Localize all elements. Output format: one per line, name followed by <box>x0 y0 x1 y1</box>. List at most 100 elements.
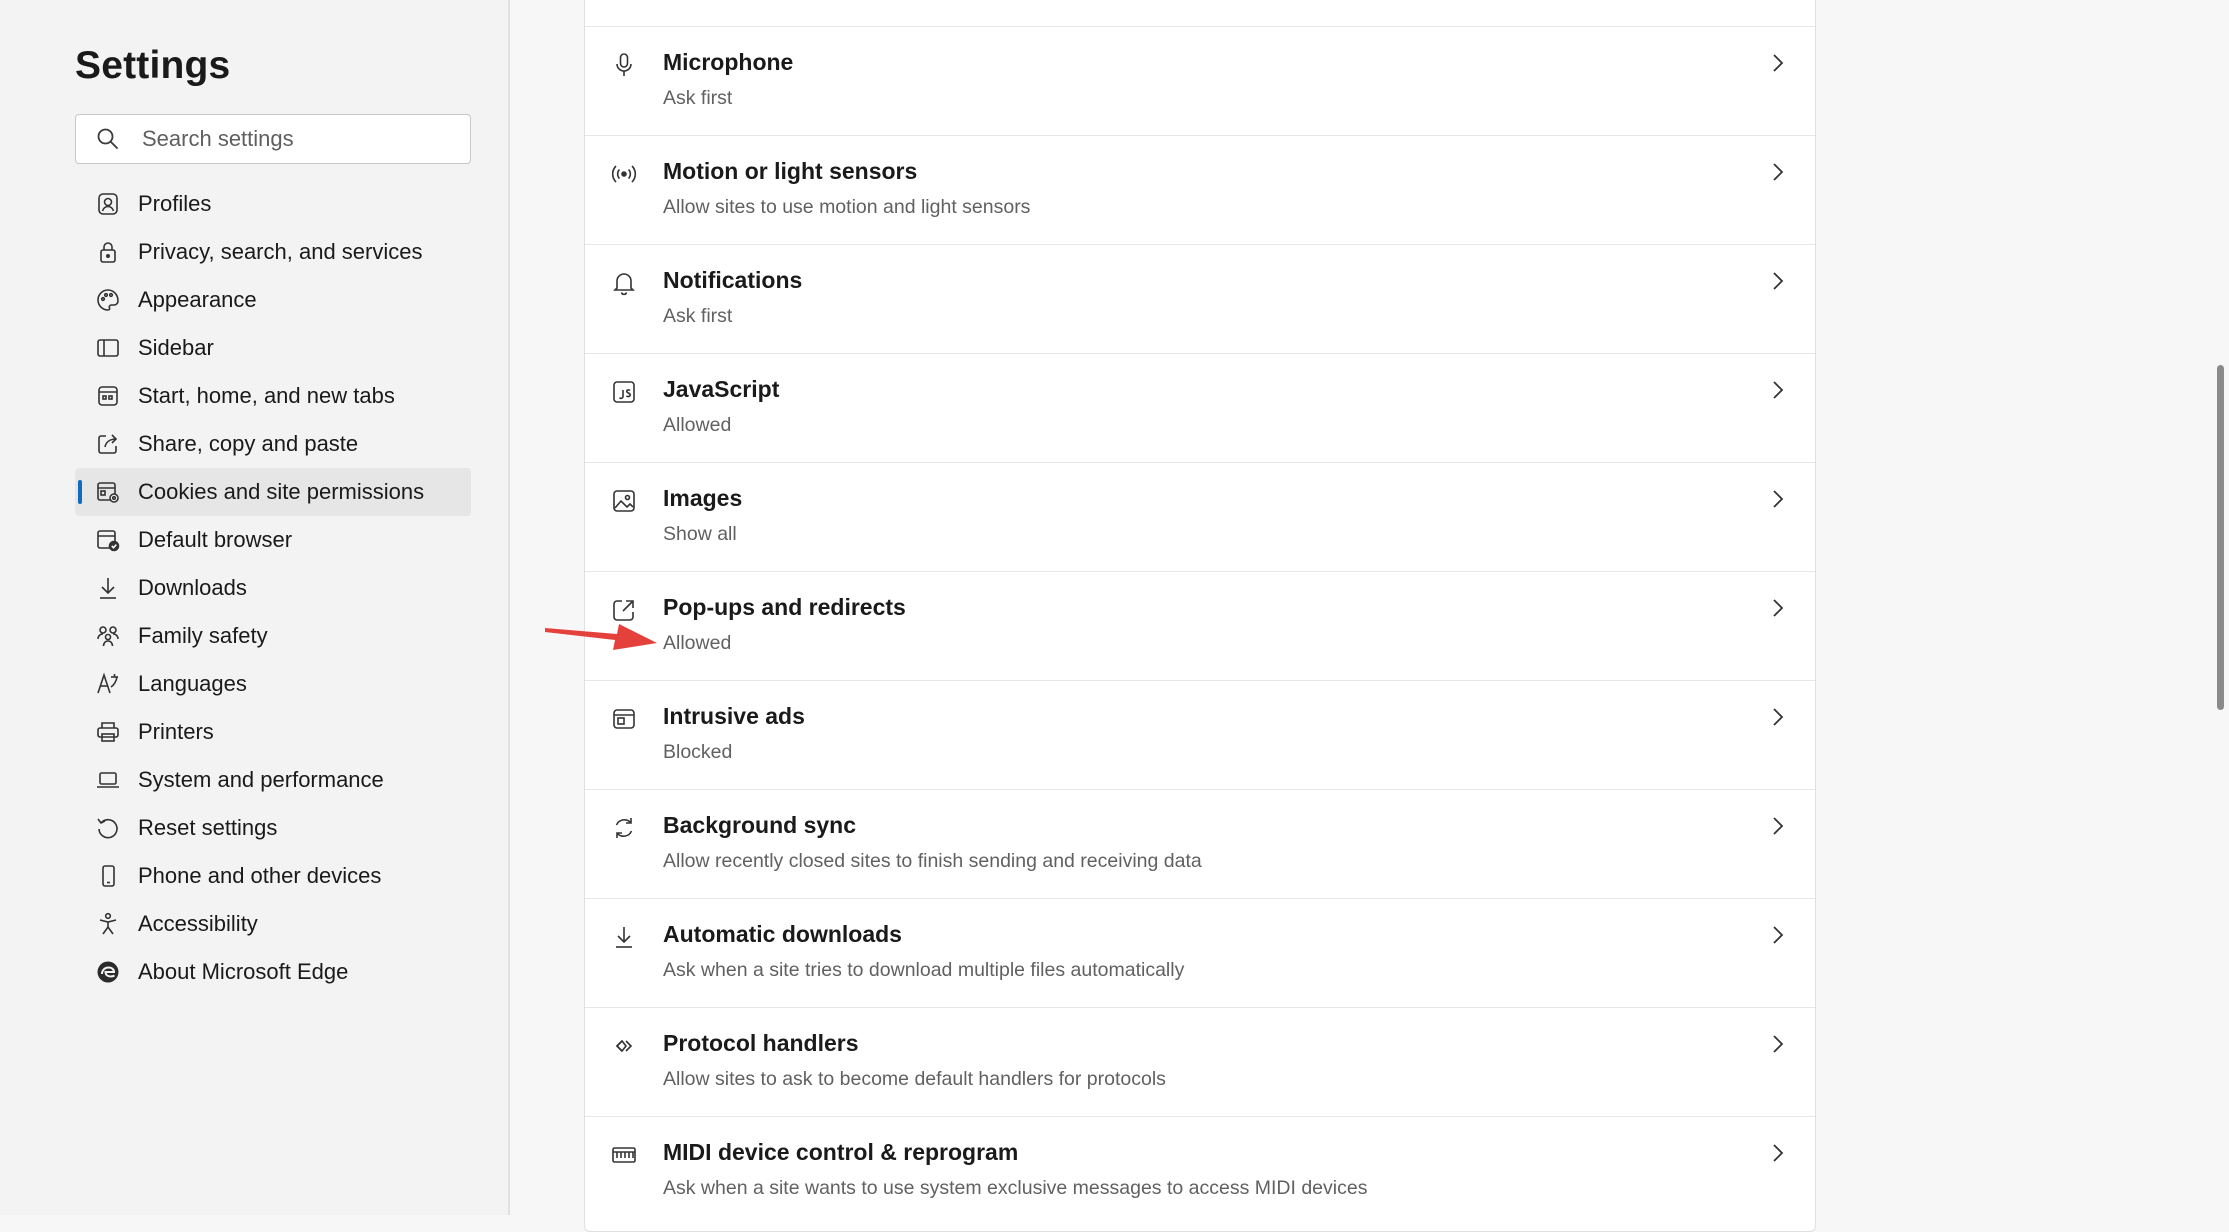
sidebar-item-label: Start, home, and new tabs <box>138 383 395 408</box>
permission-row-protocol-handlers[interactable]: Protocol handlers Allow sites to ask to … <box>585 1007 1815 1117</box>
image-icon <box>610 487 638 515</box>
printer-icon <box>95 719 121 745</box>
site-permissions-card: Microphone Ask first Motion or light sen… <box>584 0 1816 1232</box>
sidebar-item-system-performance[interactable]: System and performance <box>75 756 471 804</box>
permission-status: Show all <box>663 523 737 545</box>
permission-row-midi[interactable]: MIDI device control & reprogram Ask when… <box>585 1116 1815 1226</box>
sidebar-item-share-copy-paste[interactable]: Share, copy and paste <box>75 420 471 468</box>
sidebar-item-about-edge[interactable]: About Microsoft Edge <box>75 948 471 996</box>
sidebar-item-printers[interactable]: Printers <box>75 708 471 756</box>
permission-title: JavaScript <box>663 376 780 402</box>
sidebar-item-family-safety[interactable]: Family safety <box>75 612 471 660</box>
sidebar-item-start-home[interactable]: Start, home, and new tabs <box>75 372 471 420</box>
search-input[interactable] <box>142 126 470 152</box>
sidebar-item-label: About Microsoft Edge <box>138 959 349 984</box>
permission-status: Ask when a site wants to use system excl… <box>663 1177 1368 1199</box>
permission-row-javascript[interactable]: JavaScript Allowed <box>585 353 1815 463</box>
sidebar-item-reset-settings[interactable]: Reset settings <box>75 804 471 852</box>
download-icon <box>95 575 121 601</box>
sidebar-item-label: Privacy, search, and services <box>138 239 423 264</box>
permission-title: Microphone <box>663 49 794 75</box>
search-icon <box>95 126 121 152</box>
family-icon <box>95 623 121 649</box>
permission-status: Ask when a site tries to download multip… <box>663 959 1185 981</box>
chevron-right-icon <box>1767 921 1789 949</box>
sidebar-item-cookies-permissions[interactable]: Cookies and site permissions <box>75 468 471 516</box>
sidebar-item-accessibility[interactable]: Accessibility <box>75 900 471 948</box>
sidebar-item-privacy[interactable]: Privacy, search, and services <box>75 228 471 276</box>
sidebar-item-label: Family safety <box>138 623 268 648</box>
sidebar-item-label: Share, copy and paste <box>138 431 359 456</box>
permission-row-motion-sensors[interactable]: Motion or light sensors Allow sites to u… <box>585 135 1815 245</box>
main-content: Microphone Ask first Motion or light sen… <box>510 0 2229 1232</box>
vertical-scrollbar[interactable] <box>2212 0 2229 1215</box>
permission-title: Images <box>663 485 743 511</box>
start-home-icon <box>95 383 121 409</box>
sidebar-item-label: Phone and other devices <box>138 863 382 888</box>
sidebar-item-downloads[interactable]: Downloads <box>75 564 471 612</box>
palette-icon <box>95 287 121 313</box>
permission-status: Allow sites to use motion and light sens… <box>663 196 1031 218</box>
search-box[interactable] <box>75 114 471 164</box>
chevron-right-icon <box>1767 594 1789 622</box>
permission-row-microphone[interactable]: Microphone Ask first <box>585 26 1815 136</box>
annotation-arrow-icon <box>545 624 657 650</box>
permission-title: Pop-ups and redirects <box>663 594 906 620</box>
permission-title: Notifications <box>663 267 803 293</box>
page-title: Settings <box>75 44 231 87</box>
permission-status: Ask first <box>663 305 733 327</box>
sidebar-item-label: Appearance <box>138 287 257 312</box>
settings-nav: Profiles Privacy, search, and services A… <box>75 180 471 996</box>
laptop-icon <box>95 767 121 793</box>
permission-row-automatic-downloads[interactable]: Automatic downloads Ask when a site trie… <box>585 898 1815 1008</box>
scrollbar-thumb[interactable] <box>2217 365 2224 710</box>
chevron-right-icon <box>1767 49 1789 77</box>
sidebar-item-languages[interactable]: Languages <box>75 660 471 708</box>
sync-icon <box>610 814 638 842</box>
permission-title: Intrusive ads <box>663 703 805 729</box>
chevron-right-icon <box>1767 485 1789 513</box>
sidebar-icon <box>95 335 121 361</box>
permission-row-popups-redirects[interactable]: Pop-ups and redirects Allowed <box>585 571 1815 681</box>
sidebar-item-default-browser[interactable]: Default browser <box>75 516 471 564</box>
permission-status: Allow recently closed sites to finish se… <box>663 850 1202 872</box>
chevron-right-icon <box>1767 158 1789 186</box>
permission-title: Automatic downloads <box>663 921 902 947</box>
sidebar-item-label: Languages <box>138 671 247 696</box>
sidebar-item-label: Sidebar <box>138 335 214 360</box>
sidebar-item-sidebar[interactable]: Sidebar <box>75 324 471 372</box>
sidebar-item-label: Printers <box>138 719 214 744</box>
sidebar-item-label: Reset settings <box>138 815 278 840</box>
reset-icon <box>95 815 121 841</box>
bell-icon <box>610 269 638 297</box>
sidebar-item-profiles[interactable]: Profiles <box>75 180 471 228</box>
permission-title: MIDI device control & reprogram <box>663 1139 1019 1165</box>
permission-title: Motion or light sensors <box>663 158 918 184</box>
permission-row-notifications[interactable]: Notifications Ask first <box>585 244 1815 354</box>
accessibility-icon <box>95 911 121 937</box>
permission-row-images[interactable]: Images Show all <box>585 462 1815 572</box>
languages-icon <box>95 671 121 697</box>
midi-icon <box>610 1141 638 1169</box>
phone-icon <box>95 863 121 889</box>
permission-row-background-sync[interactable]: Background sync Allow recently closed si… <box>585 789 1815 899</box>
download-icon <box>610 923 638 951</box>
sidebar-item-label: System and performance <box>138 767 384 792</box>
chevron-right-icon <box>1767 376 1789 404</box>
sidebar-item-label: Downloads <box>138 575 247 600</box>
permission-title: Background sync <box>663 812 856 838</box>
permission-row-intrusive-ads[interactable]: Intrusive ads Blocked <box>585 680 1815 790</box>
permission-status: Allowed <box>663 632 732 654</box>
permission-title: Protocol handlers <box>663 1030 859 1056</box>
chevron-right-icon <box>1767 1030 1789 1058</box>
ads-icon <box>610 705 638 733</box>
chevron-right-icon <box>1767 1139 1789 1167</box>
sidebar-item-phone-devices[interactable]: Phone and other devices <box>75 852 471 900</box>
cookies-permissions-icon <box>95 479 121 505</box>
sidebar-item-appearance[interactable]: Appearance <box>75 276 471 324</box>
chevron-right-icon <box>1767 267 1789 295</box>
chevron-right-icon <box>1767 812 1789 840</box>
sidebar-item-label: Default browser <box>138 527 293 552</box>
chevron-right-icon <box>1767 703 1789 731</box>
permission-status: Allowed <box>663 414 732 436</box>
